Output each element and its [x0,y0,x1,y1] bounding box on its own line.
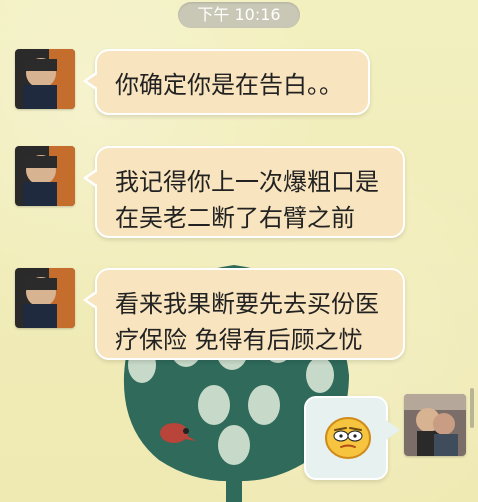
scrollbar[interactable] [470,388,474,428]
avatar-right[interactable] [404,394,466,456]
avatar-image [15,268,75,328]
avatar[interactable] [15,268,75,328]
emoji-face-icon [325,417,371,459]
avatar-right-image [404,394,466,456]
message-bubble[interactable]: 我记得你上一次爆粗口是在吴老二断了右臂之前 [83,146,405,238]
message-text: 看来我果断要先去买份医疗保险 免得有后顾之忧 [115,290,379,354]
avatar[interactable] [15,49,75,109]
message-bubble-right[interactable] [304,396,400,480]
time-pill: 下午 10:16 [178,2,300,28]
avatar-image [15,49,75,109]
avatar-image [15,146,75,206]
message-text: 你确定你是在告白。。 [115,71,343,99]
avatar[interactable] [15,146,75,206]
message-bubble[interactable]: 看来我果断要先去买份医疗保险 免得有后顾之忧 [83,268,405,360]
message-text: 我记得你上一次爆粗口是在吴老二断了右臂之前 [115,168,379,232]
time-text: 下午 10:16 [197,5,281,24]
message-bubble[interactable]: 你确定你是在告白。。 [83,49,370,115]
